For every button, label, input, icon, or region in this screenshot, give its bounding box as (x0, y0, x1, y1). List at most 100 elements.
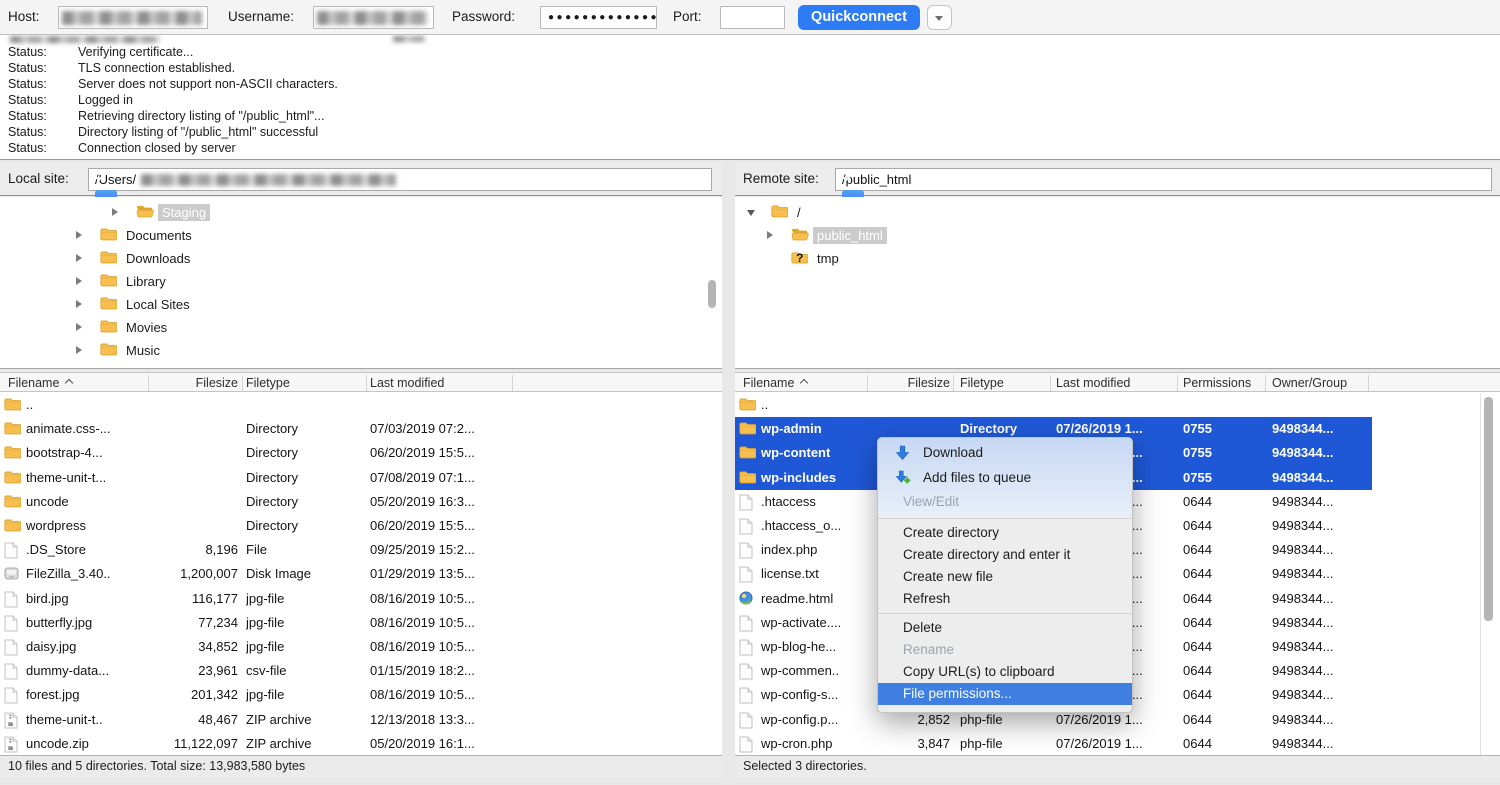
remote-site-path-input[interactable]: /public_html (835, 168, 1492, 191)
tree-item-tmp[interactable]: ?tmp (735, 247, 1500, 270)
column-divider[interactable] (366, 375, 367, 391)
tree-item-public-html[interactable]: public_html (735, 224, 1500, 247)
remote-list-scrollbar-thumb[interactable] (1484, 397, 1493, 621)
disclosure-closed-icon[interactable] (76, 277, 82, 285)
tree-item-label: Movies (122, 319, 171, 336)
disclosure-closed-icon[interactable] (76, 231, 82, 239)
host-input[interactable] (58, 6, 208, 29)
column-divider[interactable] (1368, 375, 1369, 391)
menu-item-create-directory-and-enter-it[interactable]: Create directory and enter it (878, 544, 1132, 566)
column-divider[interactable] (148, 375, 149, 391)
file-modified: 07/03/2019 07:2... (370, 420, 475, 438)
file-row--ds-store[interactable]: .DS_Store8,196File09/25/2019 15:2... (0, 538, 722, 562)
file-type: jpg-file (246, 638, 284, 656)
disclosure-closed-icon[interactable] (76, 300, 82, 308)
file-permissions: 0644 (1183, 541, 1212, 559)
disclosure-closed-icon[interactable] (112, 208, 118, 216)
menu-item-refresh[interactable]: Refresh (878, 588, 1132, 610)
column-header-last-modified[interactable]: Last modified (370, 375, 444, 391)
file-row--[interactable]: .. (0, 393, 722, 417)
column-divider[interactable] (1177, 375, 1178, 391)
tree-item-documents[interactable]: Documents (0, 224, 722, 247)
file-size: 77,234 (150, 614, 238, 632)
menu-item-create-directory[interactable]: Create directory (878, 522, 1132, 544)
file-row-animate-css-[interactable]: animate.css-...Directory07/03/2019 07:2.… (0, 417, 722, 441)
menu-item-download[interactable]: Download (878, 441, 1132, 466)
column-header-owner-group[interactable]: Owner/Group (1272, 375, 1347, 391)
file-owner-group: 9498344... (1272, 614, 1333, 632)
column-header-filetype[interactable]: Filetype (246, 375, 290, 391)
file-size: 23,961 (150, 662, 238, 680)
file-row-bootstrap-4-[interactable]: bootstrap-4...Directory06/20/2019 15:5..… (0, 441, 722, 465)
file-row-wp-cron-php[interactable]: wp-cron.php3,847php-file07/26/2019 1...0… (735, 732, 1500, 755)
menu-item-file-permissions[interactable]: File permissions... (878, 683, 1132, 705)
file-row-uncode-zip[interactable]: zipuncode.zip11,122,097ZIP archive05/20/… (0, 732, 722, 755)
username-label: Username: (228, 9, 294, 24)
column-header-permissions[interactable]: Permissions (1183, 375, 1251, 391)
disclosure-closed-icon[interactable] (767, 231, 773, 239)
file-icon (4, 615, 18, 637)
file-modified: 07/26/2019 1... (1056, 711, 1143, 729)
tree-item-label: / (793, 204, 805, 221)
column-divider[interactable] (1050, 375, 1051, 391)
file-name: .DS_Store (26, 541, 86, 559)
tree-item-downloads[interactable]: Downloads (0, 247, 722, 270)
column-divider[interactable] (512, 375, 513, 391)
column-divider[interactable] (953, 375, 954, 391)
menu-item-copy-url-s-to-clipboard[interactable]: Copy URL(s) to clipboard (878, 661, 1132, 683)
file-size: 2,852 (860, 711, 950, 729)
file-row-dummy-data-[interactable]: dummy-data...23,961csv-file01/15/2019 18… (0, 659, 722, 683)
tree-item-library[interactable]: Library (0, 270, 722, 293)
file-row-theme-unit-t-[interactable]: ziptheme-unit-t..48,467ZIP archive12/13/… (0, 708, 722, 732)
disclosure-closed-icon[interactable] (76, 254, 82, 262)
file-row-bird-jpg[interactable]: bird.jpg116,177jpg-file08/16/2019 10:5..… (0, 587, 722, 611)
column-divider[interactable] (1265, 375, 1266, 391)
column-divider[interactable] (242, 375, 243, 391)
tree-item-staging[interactable]: Staging (0, 201, 722, 224)
menu-item-add-files-to-queue[interactable]: Add files to queue (878, 466, 1132, 491)
folder-open-icon (791, 227, 809, 246)
port-input[interactable] (720, 6, 785, 29)
file-owner-group: 9498344... (1272, 444, 1333, 462)
disclosure-closed-icon[interactable] (76, 323, 82, 331)
column-header-filesize[interactable]: Filesize (150, 375, 238, 391)
file-row-filezilla-3-40-[interactable]: FileZilla_3.40..1,200,007Disk Image01/29… (0, 562, 722, 586)
local-site-path-input[interactable]: /Users/ (88, 168, 712, 191)
file-row-butterfly-jpg[interactable]: butterfly.jpg77,234jpg-file08/16/2019 10… (0, 611, 722, 635)
column-divider[interactable] (867, 375, 868, 391)
file-row-uncode[interactable]: uncodeDirectory05/20/2019 16:3... (0, 490, 722, 514)
column-header-filesize[interactable]: Filesize (860, 375, 950, 391)
folder-icon (100, 319, 117, 338)
file-owner-group: 9498344... (1272, 735, 1333, 753)
tree-item-music[interactable]: Music (0, 339, 722, 362)
file-row-wordpress[interactable]: wordpressDirectory06/20/2019 15:5... (0, 514, 722, 538)
tree-item-movies[interactable]: Movies (0, 316, 722, 339)
file-row--[interactable]: .. (735, 393, 1500, 417)
disclosure-closed-icon[interactable] (76, 346, 82, 354)
column-header-filetype[interactable]: Filetype (960, 375, 1004, 391)
file-permissions: 0755 (1183, 469, 1212, 487)
menu-item-create-new-file[interactable]: Create new file (878, 566, 1132, 588)
column-header-filename[interactable]: Filename (8, 375, 72, 391)
file-type: php-file (960, 711, 1003, 729)
tree-item-local-sites[interactable]: Local Sites (0, 293, 722, 316)
log-status-label: Status: (8, 44, 47, 60)
column-header-filename[interactable]: Filename (743, 375, 807, 391)
file-name: .htaccess (761, 493, 816, 511)
quickconnect-dropdown-button[interactable] (927, 5, 952, 30)
tree-item--[interactable]: / (735, 201, 1500, 224)
disclosure-open-icon[interactable] (747, 210, 755, 216)
file-type: csv-file (246, 662, 286, 680)
file-row-forest-jpg[interactable]: forest.jpg201,342jpg-file08/16/2019 10:5… (0, 683, 722, 707)
quickconnect-button[interactable]: Quickconnect (798, 5, 920, 30)
file-name: wp-blog-he... (761, 638, 836, 656)
file-owner-group: 9498344... (1272, 686, 1333, 704)
local-site-path-redacted (141, 174, 396, 186)
file-row-daisy-jpg[interactable]: daisy.jpg34,852jpg-file08/16/2019 10:5..… (0, 635, 722, 659)
column-header-last-modified[interactable]: Last modified (1056, 375, 1130, 391)
file-row-theme-unit-t-[interactable]: theme-unit-t...Directory07/08/2019 07:1.… (0, 466, 722, 490)
menu-item-delete[interactable]: Delete (878, 617, 1132, 639)
username-input[interactable] (313, 6, 434, 29)
password-input[interactable]: ●●●●●●●●●●●●● (540, 6, 657, 29)
log-status-label: Status: (8, 108, 47, 124)
